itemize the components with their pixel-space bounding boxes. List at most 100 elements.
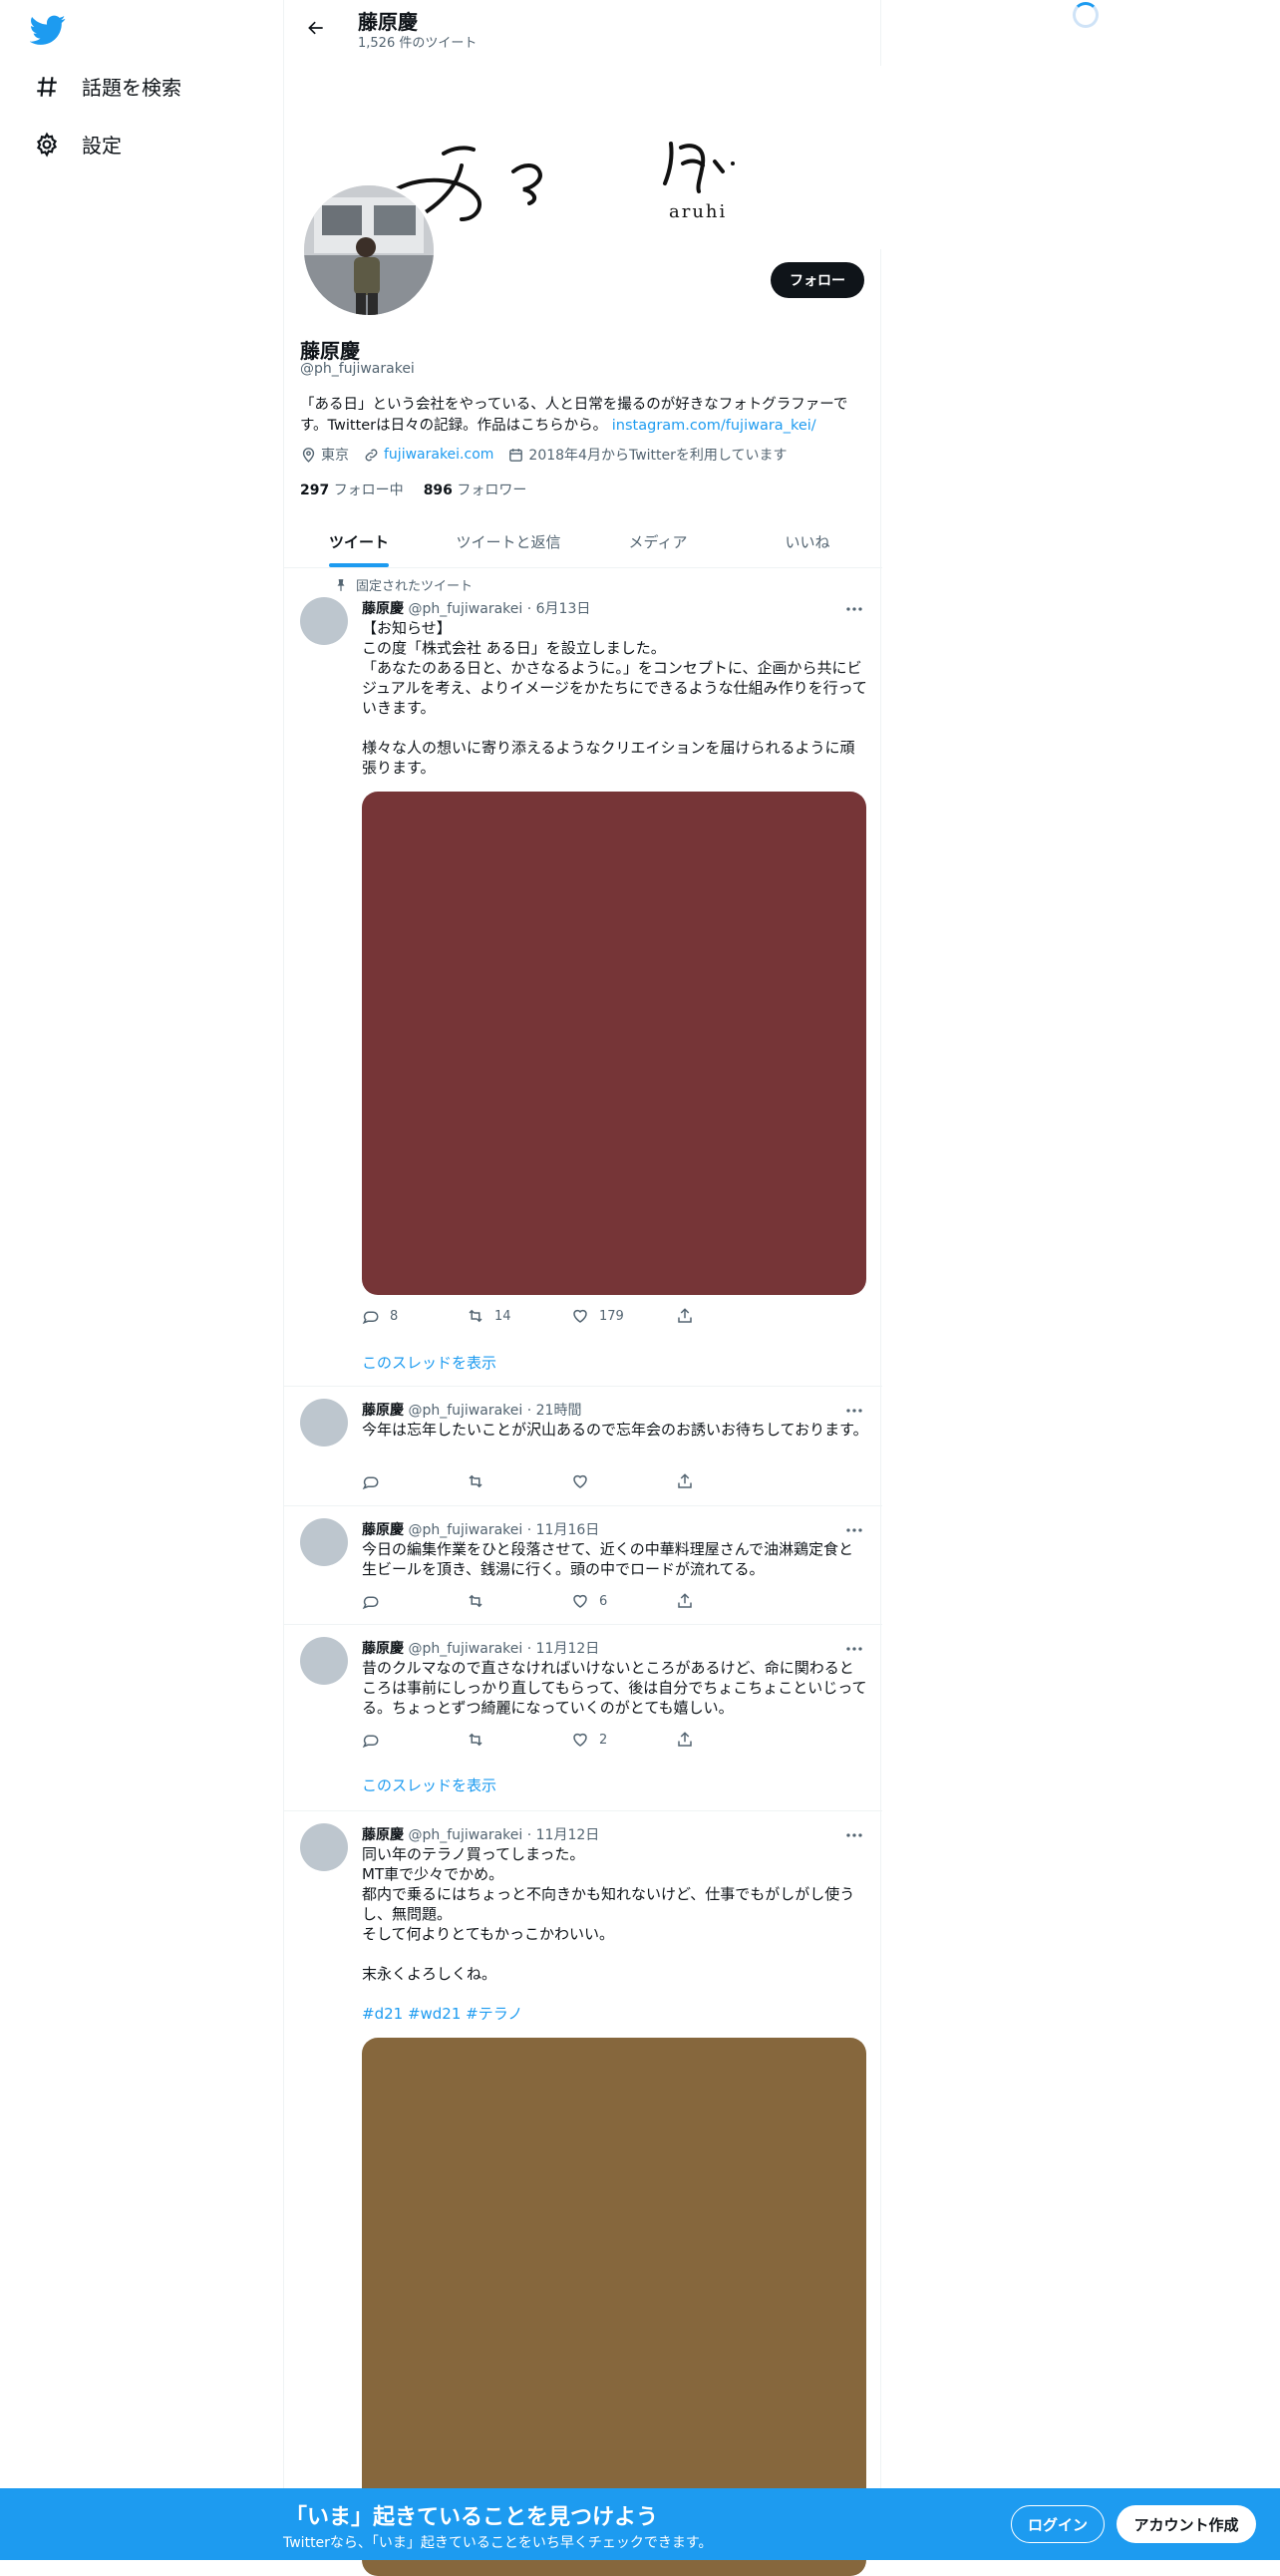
retweet-button[interactable] bbox=[467, 1592, 571, 1610]
tweet-text: 【お知らせ】 この度「株式会社 ある日」を設立しました。 「あなたのある日と、か… bbox=[362, 619, 867, 777]
retweet-button[interactable] bbox=[467, 1472, 571, 1490]
bio-link[interactable]: instagram.com/fujiwara_kei/ bbox=[612, 418, 816, 434]
tweet-item[interactable]: 藤原慶 @ph_fujiwarakei · 11月12日 昔のクルマなので直さな… bbox=[284, 1625, 882, 1811]
tweet-header: 藤原慶 @ph_fujiwarakei · 11月12日 bbox=[362, 1641, 600, 1657]
share-button[interactable] bbox=[676, 1592, 781, 1610]
avatar[interactable] bbox=[300, 1399, 348, 1447]
tweet-author-name[interactable]: 藤原慶 bbox=[362, 1403, 404, 1419]
avatar[interactable] bbox=[300, 1637, 348, 1685]
reply-button[interactable]: 8 bbox=[362, 1307, 467, 1325]
location-text: 東京 bbox=[321, 448, 349, 464]
reply-button[interactable] bbox=[362, 1472, 467, 1490]
retweet-button[interactable]: 14 bbox=[467, 1307, 571, 1325]
tweet-author-name[interactable]: 藤原慶 bbox=[362, 1641, 404, 1657]
prompt-subtitle: Twitterなら、「いま」起きていることをいち早くチェックできます。 bbox=[283, 2535, 713, 2551]
nav-settings[interactable]: 設定 bbox=[34, 130, 122, 159]
more-options-icon[interactable] bbox=[842, 1825, 866, 1845]
like-button[interactable]: 179 bbox=[571, 1307, 676, 1325]
login-button[interactable]: ログイン bbox=[1011, 2505, 1105, 2543]
tweet-header: 藤原慶 @ph_fujiwarakei · 11月16日 bbox=[362, 1522, 600, 1538]
reply-button[interactable] bbox=[362, 1731, 467, 1749]
tab-media[interactable]: メディア bbox=[583, 516, 733, 567]
like-button[interactable]: 6 bbox=[571, 1592, 676, 1610]
heart-icon bbox=[571, 1731, 589, 1749]
tweet-hashtags[interactable]: #d21 #wd21 #テラノ bbox=[362, 2004, 868, 2024]
reply-icon bbox=[362, 1307, 380, 1325]
show-thread-link[interactable]: このスレッドを表示 bbox=[362, 1774, 496, 1795]
tweet-author-name[interactable]: 藤原慶 bbox=[362, 601, 404, 617]
following-label: フォロー中 bbox=[333, 483, 404, 498]
followers-link[interactable]: 896 フォロワー bbox=[424, 480, 527, 499]
profile-meta: 東京 fujiwarakei.com 2018年4月からTwitterを利用して… bbox=[300, 445, 787, 465]
avatar[interactable] bbox=[300, 597, 348, 645]
location-pin-icon bbox=[300, 447, 317, 464]
profile-avatar[interactable] bbox=[300, 181, 438, 319]
show-thread-link[interactable]: このスレッドを表示 bbox=[362, 1352, 496, 1373]
share-button[interactable] bbox=[676, 1472, 781, 1490]
avatar[interactable] bbox=[300, 1518, 348, 1566]
more-options-icon[interactable] bbox=[842, 1639, 866, 1659]
more-options-icon[interactable] bbox=[842, 1401, 866, 1421]
nav-explore[interactable]: 話題を検索 bbox=[34, 72, 181, 101]
hashtag-icon bbox=[34, 74, 60, 100]
avatar[interactable] bbox=[300, 1823, 348, 1871]
header-title: 藤原慶 bbox=[358, 10, 418, 34]
like-button[interactable] bbox=[571, 1472, 676, 1490]
profile-handle: @ph_fujiwarakei bbox=[300, 361, 415, 377]
more-options-icon[interactable] bbox=[842, 599, 866, 619]
tweet-author-handle[interactable]: @ph_fujiwarakei bbox=[408, 601, 522, 617]
tweet-author-handle[interactable]: @ph_fujiwarakei bbox=[408, 1403, 522, 1419]
tweet-time[interactable]: 6月13日 bbox=[536, 601, 591, 617]
tweet-author-name[interactable]: 藤原慶 bbox=[362, 1827, 404, 1843]
like-count: 2 bbox=[599, 1732, 608, 1748]
tweet-header: 藤原慶 @ph_fujiwarakei · 21時間 bbox=[362, 1403, 582, 1419]
following-link[interactable]: 297 フォロー中 bbox=[300, 480, 404, 499]
tweet-author-handle[interactable]: @ph_fujiwarakei bbox=[408, 1827, 522, 1843]
tweet-actions: 6 bbox=[362, 1592, 781, 1610]
share-icon bbox=[676, 1472, 694, 1490]
heart-icon bbox=[571, 1472, 589, 1490]
more-options-icon[interactable] bbox=[842, 1520, 866, 1540]
heart-icon bbox=[571, 1307, 589, 1325]
tweet-actions bbox=[362, 1472, 781, 1490]
share-icon bbox=[676, 1307, 694, 1325]
gear-icon bbox=[34, 132, 60, 158]
website[interactable]: fujiwarakei.com bbox=[363, 447, 493, 464]
tweet-author-handle[interactable]: @ph_fujiwarakei bbox=[408, 1641, 522, 1657]
tab-tweets-and-replies[interactable]: ツイートと返信 bbox=[434, 516, 583, 567]
like-button[interactable]: 2 bbox=[571, 1731, 676, 1749]
retweet-button[interactable] bbox=[467, 1731, 571, 1749]
tweet-time[interactable]: 11月12日 bbox=[536, 1827, 600, 1843]
tweet-author-name[interactable]: 藤原慶 bbox=[362, 1522, 404, 1538]
followers-count: 896 bbox=[423, 483, 453, 498]
reply-icon bbox=[362, 1592, 380, 1610]
website-link[interactable]: fujiwarakei.com bbox=[384, 447, 493, 463]
share-icon bbox=[676, 1731, 694, 1749]
follow-button[interactable]: フォロー bbox=[771, 262, 864, 298]
retweet-icon bbox=[467, 1731, 484, 1749]
share-button[interactable] bbox=[676, 1731, 781, 1749]
reply-count: 8 bbox=[390, 1308, 399, 1324]
tweet-actions: 2 bbox=[362, 1731, 781, 1749]
tweet-media[interactable] bbox=[362, 792, 866, 1295]
prompt-title: 「いま」起きていることを見つけよう bbox=[285, 2505, 659, 2530]
tweet-time[interactable]: 11月12日 bbox=[536, 1641, 600, 1657]
tweet-item[interactable]: 藤原慶 @ph_fujiwarakei · 21時間 今年は忘年したいことが沢山… bbox=[284, 1387, 882, 1506]
join-date-text: 2018年4月からTwitterを利用しています bbox=[528, 448, 788, 464]
tab-tweets[interactable]: ツイート bbox=[284, 516, 434, 567]
tweet-text: 今年は忘年したいことが沢山あるので忘年会のお誘いお待ちしております。 bbox=[362, 1421, 868, 1439]
tweet-time[interactable]: 21時間 bbox=[536, 1403, 582, 1419]
tweet-text: 昔のクルマなので直さなければいけないところがあるけど、命に関わるところは事前にし… bbox=[362, 1659, 867, 1717]
tweet-author-handle[interactable]: @ph_fujiwarakei bbox=[408, 1522, 522, 1538]
tweet-item[interactable]: 固定されたツイート 藤原慶 @ph_fujiwarakei · 6月13日 【お… bbox=[284, 569, 882, 1387]
tweet-item[interactable]: 藤原慶 @ph_fujiwarakei · 11月12日 同い年のテラノ買ってし… bbox=[284, 1811, 882, 2576]
signup-button[interactable]: アカウント作成 bbox=[1117, 2505, 1256, 2543]
reply-button[interactable] bbox=[362, 1592, 467, 1610]
tab-likes[interactable]: いいね bbox=[733, 516, 882, 567]
tweet-item[interactable]: 藤原慶 @ph_fujiwarakei · 11月16日 今日の編集作業をひと段… bbox=[284, 1506, 882, 1625]
tweet-time[interactable]: 11月16日 bbox=[536, 1522, 600, 1538]
back-arrow-icon[interactable] bbox=[302, 14, 330, 42]
twitter-bird-icon[interactable] bbox=[30, 12, 66, 48]
follow-stats: 297 フォロー中 896 フォロワー bbox=[300, 480, 526, 499]
share-button[interactable] bbox=[676, 1307, 781, 1325]
